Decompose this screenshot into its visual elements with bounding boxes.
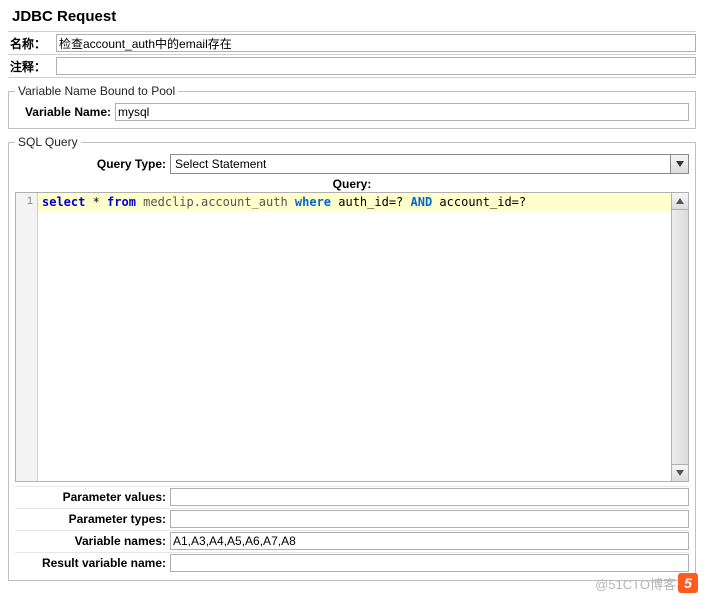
query-type-label: Query Type: — [15, 157, 170, 171]
jdbc-request-panel: JDBC Request 名称： 注释： Variable Name Bound… — [0, 0, 704, 589]
scroll-down-icon[interactable] — [672, 464, 688, 481]
name-row: 名称： — [8, 31, 696, 54]
param-values-label: Parameter values: — [15, 490, 170, 504]
query-type-combo[interactable]: Select Statement — [170, 154, 689, 174]
param-values-input[interactable] — [170, 488, 689, 506]
query-heading: Query: — [15, 177, 689, 191]
vertical-scrollbar[interactable] — [671, 193, 688, 481]
result-var-label: Result variable name: — [15, 556, 170, 570]
result-fields: Parameter values: Parameter types: Varia… — [15, 486, 689, 573]
var-names-input[interactable] — [170, 532, 689, 550]
comment-row: 注释： — [8, 54, 696, 78]
sql-legend: SQL Query — [15, 135, 81, 149]
var-names-label: Variable names: — [15, 534, 170, 548]
comment-input[interactable] — [56, 57, 696, 75]
pool-var-input[interactable] — [115, 103, 689, 121]
pool-var-label: Variable Name: — [15, 105, 115, 119]
code-line-1: select * from medclip.account_auth where… — [38, 193, 671, 211]
pool-legend: Variable Name Bound to Pool — [15, 84, 178, 98]
code-area[interactable]: select * from medclip.account_auth where… — [38, 193, 671, 481]
editor-gutter: 1 — [16, 193, 38, 481]
sql-editor[interactable]: 1 select * from medclip.account_auth whe… — [15, 192, 689, 482]
chevron-down-icon[interactable] — [670, 155, 688, 173]
page-title: JDBC Request — [12, 8, 696, 25]
name-input[interactable] — [56, 34, 696, 52]
scroll-up-icon[interactable] — [672, 193, 688, 210]
pool-fieldset: Variable Name Bound to Pool Variable Nam… — [8, 84, 696, 129]
sql-fieldset: SQL Query Query Type: Select Statement Q… — [8, 135, 696, 581]
name-label: 名称： — [8, 35, 56, 52]
param-types-input[interactable] — [170, 510, 689, 528]
param-types-label: Parameter types: — [15, 512, 170, 526]
line-number: 1 — [16, 195, 33, 207]
query-type-value: Select Statement — [171, 155, 670, 173]
comment-label: 注释： — [8, 58, 56, 75]
result-var-input[interactable] — [170, 554, 689, 572]
